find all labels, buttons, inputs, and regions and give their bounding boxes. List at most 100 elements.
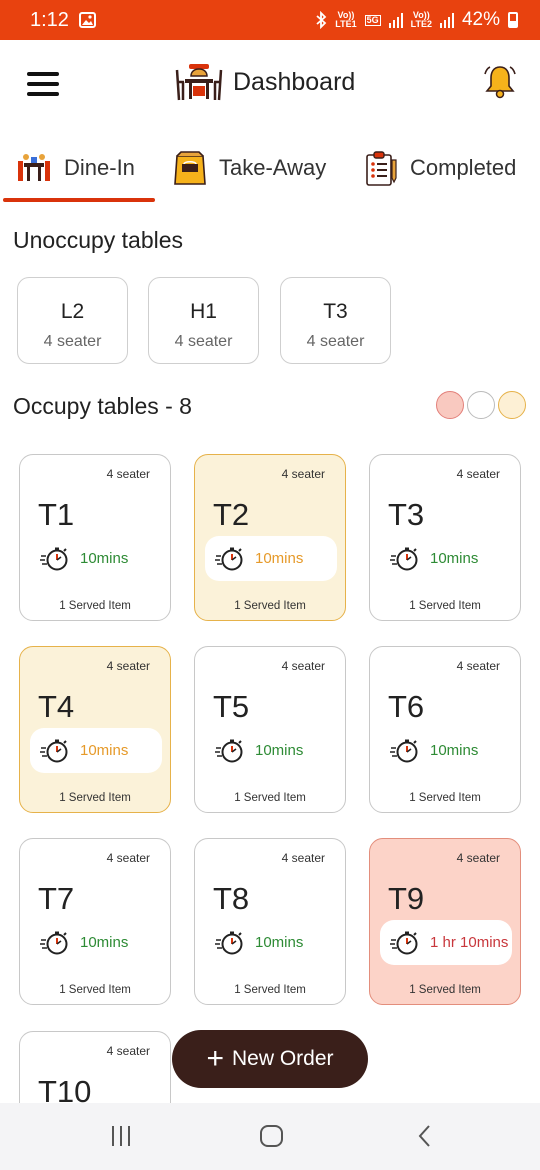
tab-completed-label: Completed [410, 155, 517, 180]
table-name: T3 [388, 497, 425, 532]
served-items: 1 Served Item [409, 600, 481, 612]
unoccupied-table-card[interactable]: T3 4 seater [280, 277, 391, 364]
elapsed-time-value: 10mins [80, 742, 129, 759]
elapsed-time-value: 10mins [80, 550, 129, 567]
elapsed-time: 10mins [380, 728, 512, 773]
stopwatch-icon [40, 931, 68, 954]
app-bar: Dashboard [0, 40, 540, 132]
stopwatch-icon [390, 739, 418, 762]
table-name: H1 [190, 300, 217, 323]
served-items: 1 Served Item [234, 600, 306, 612]
clipboard-icon [366, 151, 397, 186]
served-items: 1 Served Item [59, 984, 131, 996]
served-items: 1 Served Item [234, 792, 306, 804]
occupied-table-card[interactable]: 4 seater T5 10mins 1 Served Item [194, 646, 346, 813]
served-items: 1 Served Item [409, 984, 481, 996]
table-name: L2 [60, 300, 85, 323]
table-name: T8 [213, 881, 250, 916]
new-order-label: New Order [232, 1047, 334, 1070]
take-away-bag-icon [174, 151, 206, 185]
table-seats: 4 seater [43, 333, 102, 350]
elapsed-time: 10mins [30, 728, 162, 773]
served-items: 1 Served Item [59, 600, 131, 612]
tab-take-away-label: Take-Away [219, 155, 327, 180]
volte2-indicator: Vo)) LTE2 [410, 10, 432, 29]
table-seats: 4 seater [106, 659, 150, 673]
stopwatch-icon [215, 739, 243, 762]
elapsed-time-value: 10mins [430, 550, 479, 567]
table-seats: 4 seater [456, 659, 500, 673]
table-name: T4 [38, 689, 75, 724]
occupied-table-card[interactable]: 4 seater T9 1 hr 10mins 1 Served Item [369, 838, 521, 1005]
table-name: T2 [213, 497, 250, 532]
occupied-table-card[interactable]: 4 seater T7 10mins 1 Served Item [19, 838, 171, 1005]
page-title: Dashboard [175, 62, 355, 102]
table-name: T6 [388, 689, 425, 724]
elapsed-time: 10mins [205, 920, 337, 965]
elapsed-time: 10mins [380, 536, 512, 581]
network-5g-indicator: 5G [364, 14, 381, 26]
occupied-table-card[interactable]: 4 seater T4 10mins 1 Served Item [19, 646, 171, 813]
elapsed-time: 10mins [205, 728, 337, 773]
table-seats: 4 seater [456, 467, 500, 481]
tab-dine-in-label: Dine-In [64, 155, 135, 180]
table-name: T1 [38, 497, 75, 532]
table-seats: 4 seater [106, 467, 150, 481]
tab-bar: Dine-In Take-Away Completed [0, 140, 540, 202]
stopwatch-icon [215, 547, 243, 570]
recent-apps-icon[interactable] [110, 1123, 132, 1149]
table-seats: 4 seater [174, 333, 233, 350]
legend-dot-overdue[interactable] [436, 391, 464, 419]
served-items: 1 Served Item [234, 984, 306, 996]
served-items: 1 Served Item [409, 792, 481, 804]
elapsed-time-value: 10mins [255, 742, 304, 759]
elapsed-time: 10mins [30, 536, 162, 581]
served-items: 1 Served Item [59, 792, 131, 804]
occupied-table-card[interactable]: 4 seater T8 10mins 1 Served Item [194, 838, 346, 1005]
stopwatch-icon [40, 547, 68, 570]
home-icon[interactable] [259, 1123, 285, 1149]
occupied-table-card[interactable]: 4 seater T3 10mins 1 Served Item [369, 454, 521, 621]
bell-icon[interactable] [482, 64, 518, 100]
legend-dot-warning[interactable] [498, 391, 526, 419]
table-seats: 4 seater [106, 851, 150, 865]
volte1-indicator: Vo)) LTE1 [335, 10, 357, 29]
occupied-table-card[interactable]: 4 seater T6 10mins 1 Served Item [369, 646, 521, 813]
elapsed-time-value: 1 hr 10mins [430, 934, 509, 951]
elapsed-time: 1 hr 10mins [380, 920, 512, 965]
table-seats: 4 seater [106, 1044, 150, 1058]
unoccupied-table-card[interactable]: L2 4 seater [17, 277, 128, 364]
app-title: Dashboard [233, 67, 356, 96]
table-name: T5 [213, 689, 250, 724]
active-tab-indicator [3, 198, 155, 202]
occupied-section-title: Occupy tables - 8 [13, 393, 192, 419]
legend-dot-normal[interactable] [467, 391, 495, 419]
table-seats: 4 seater [281, 659, 325, 673]
stopwatch-icon [40, 739, 68, 762]
back-icon[interactable] [415, 1123, 435, 1149]
unoccupied-section-title: Unoccupy tables [13, 227, 184, 253]
occupied-table-card[interactable]: 4 seater T1 10mins 1 Served Item [19, 454, 171, 621]
tab-take-away[interactable]: Take-Away [173, 140, 326, 196]
dining-table-icon [175, 64, 223, 101]
table-name: T7 [38, 881, 75, 916]
stopwatch-icon [390, 547, 418, 570]
battery-percent: 42% [461, 9, 500, 30]
unoccupied-table-card[interactable]: H1 4 seater [148, 277, 259, 364]
new-order-button[interactable]: + New Order [172, 1030, 368, 1088]
menu-icon[interactable] [27, 72, 59, 96]
elapsed-time: 10mins [205, 536, 337, 581]
elapsed-time: 10mins [30, 920, 162, 965]
stopwatch-icon [390, 931, 418, 954]
table-seats: 4 seater [456, 851, 500, 865]
occupied-table-card[interactable]: 4 seater T2 10mins 1 Served Item [194, 454, 346, 621]
gallery-icon [78, 12, 96, 28]
dine-in-icon [18, 154, 50, 181]
system-nav-bar [0, 1103, 540, 1170]
tab-completed[interactable]: Completed [364, 140, 516, 196]
plus-icon: + [206, 1042, 224, 1075]
table-seats: 4 seater [281, 467, 325, 481]
elapsed-time-value: 10mins [80, 934, 129, 951]
tab-dine-in[interactable]: Dine-In [16, 140, 135, 196]
signal1-icon [388, 12, 403, 28]
